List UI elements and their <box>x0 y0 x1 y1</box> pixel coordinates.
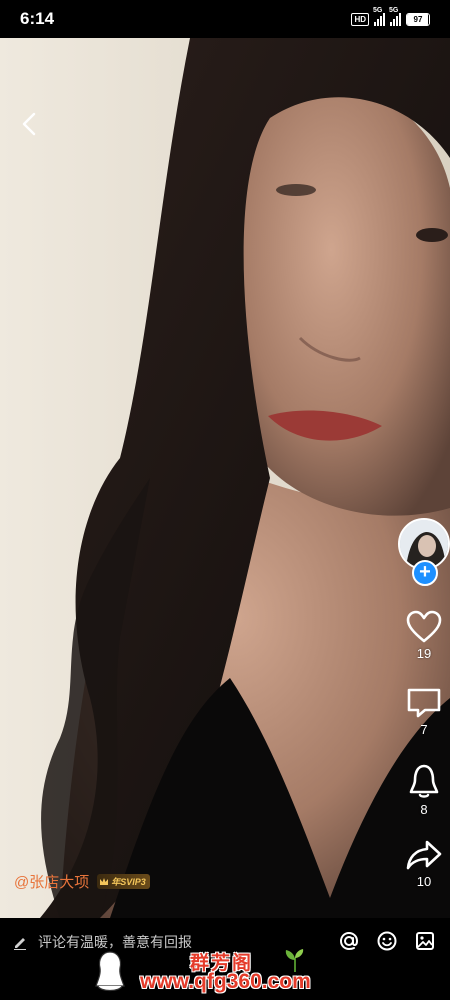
vip-label: 年SVIP3 <box>111 876 146 887</box>
bottom-bar: 评论有温暖，善意有回报 群芳阁 www.qfg360.com <box>0 918 450 1000</box>
watermark-figure-icon <box>95 951 125 992</box>
back-button[interactable] <box>16 108 44 140</box>
watermark: 群芳阁 www.qfg360.com <box>90 946 420 998</box>
signal-icon: 5G <box>373 7 385 26</box>
share-icon <box>406 840 442 870</box>
crown-icon <box>100 877 109 885</box>
heart-icon <box>406 610 442 643</box>
share-button[interactable]: 10 <box>400 838 448 889</box>
author-row: @张店大项 年SVIP3 <box>14 869 150 893</box>
back-icon <box>22 112 36 136</box>
comment-icon <box>407 688 441 718</box>
like-count: 19 <box>416 646 432 661</box>
bell-icon <box>409 764 439 798</box>
signal-icon: 5G <box>389 7 401 26</box>
like-button[interactable]: 19 <box>400 610 448 661</box>
comment-count: 7 <box>420 722 428 737</box>
author-name[interactable]: @张店大项 <box>14 871 89 892</box>
status-icons: HD 5G 5G 97 <box>351 7 430 28</box>
bell-button[interactable]: 8 <box>400 762 448 817</box>
status-bar: 6:14 HD 5G 5G 97 <box>0 0 450 38</box>
follow-button[interactable]: + <box>412 560 438 586</box>
pencil-icon <box>14 938 26 950</box>
comment-button[interactable]: 7 <box>400 686 448 737</box>
video-player[interactable] <box>0 38 450 918</box>
bell-count: 8 <box>420 802 428 817</box>
vip-badge: 年SVIP3 <box>97 873 150 889</box>
status-time: 6:14 <box>20 9 55 28</box>
hd-icon: HD <box>351 12 369 26</box>
battery-icon: 97 <box>406 12 430 26</box>
share-count: 10 <box>416 874 432 889</box>
watermark-url: www.qfg360.com <box>140 970 311 993</box>
screen: 6:14 HD 5G 5G 97 + 19 7 8 10 @张店大项 年SVIP… <box>0 0 450 1000</box>
video-frame <box>0 38 450 918</box>
